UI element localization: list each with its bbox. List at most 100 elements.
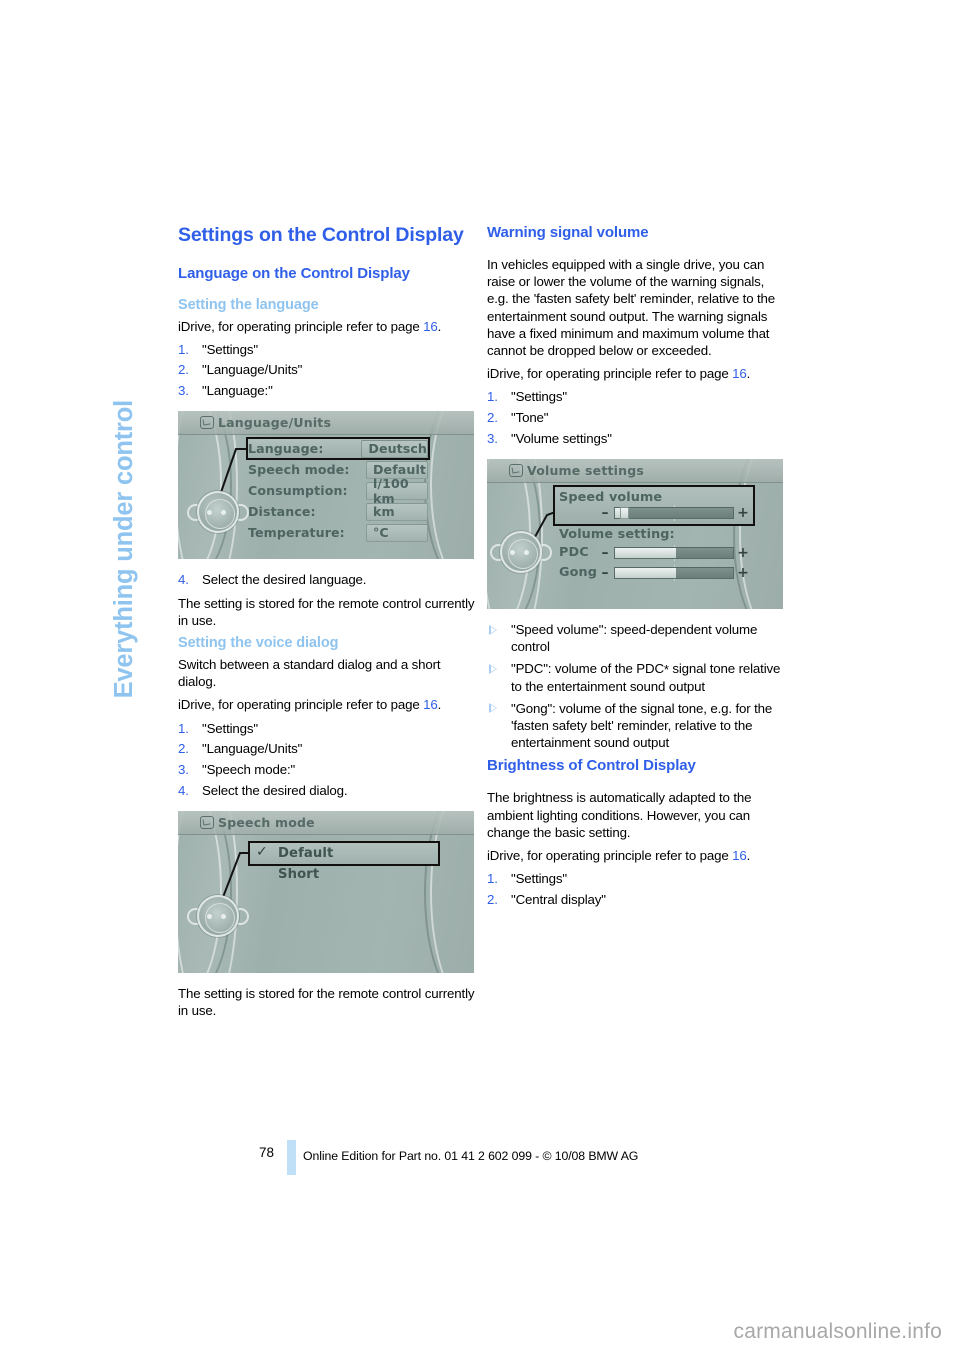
- minus-icon[interactable]: –: [599, 566, 611, 580]
- controller-dot-right: [524, 550, 529, 556]
- row-value: km: [366, 502, 428, 521]
- settings-row-consumption[interactable]: Consumption: l/100 km: [248, 476, 428, 506]
- idrive-ref-suffix: .: [746, 848, 751, 864]
- step-text: "Language:": [202, 383, 273, 399]
- slider-track[interactable]: [614, 564, 734, 581]
- screen-icon: [200, 416, 214, 430]
- slider-tick: [674, 544, 675, 547]
- row-label: Speech mode:: [248, 462, 350, 478]
- asterisk-marker: *: [663, 662, 669, 678]
- section-heading-warning-volume: Warning signal volume: [487, 224, 649, 241]
- slider-tick: [674, 564, 675, 567]
- bullet-text-before: "PDC": volume of the PDC: [511, 661, 664, 677]
- option-short[interactable]: Short: [250, 864, 438, 885]
- stored-note-1: The setting is stored for the remote con…: [178, 595, 475, 628]
- subsection-heading-setting-language: Setting the language: [178, 296, 319, 313]
- volume-setting-group: Volume setting: PDC – + Gong – +: [555, 524, 753, 585]
- plus-icon[interactable]: +: [737, 566, 749, 580]
- steps-language-continued: 4. Select the desired language.: [178, 571, 476, 588]
- idrive-reference-3: iDrive, for operating principle refer to…: [487, 365, 785, 382]
- slider-tick: [674, 578, 675, 581]
- slider-thumb[interactable]: [619, 507, 629, 520]
- screen-icon: [200, 815, 214, 829]
- minus-icon[interactable]: –: [599, 506, 611, 520]
- bullet-text: "Speed volume": speed-dependent volume c…: [511, 622, 758, 655]
- page-title: Settings on the Control Display: [178, 224, 464, 246]
- minus-icon[interactable]: –: [599, 546, 611, 560]
- triangle-bullet-icon: [489, 703, 497, 714]
- pdc-slider-row[interactable]: PDC – +: [559, 544, 749, 561]
- settings-row-distance[interactable]: Distance: km: [248, 502, 428, 521]
- slider-track[interactable]: [614, 505, 734, 522]
- site-watermark: carmanualsonline.info: [733, 1320, 942, 1343]
- list-item: "Speed volume": speed-dependent volume c…: [487, 621, 785, 655]
- settings-row-language[interactable]: Language: Deutsch: [246, 437, 430, 460]
- screenshot-language-units: Language/Units Language: Deutsch Speech …: [178, 411, 474, 560]
- chapter-tab-label: Everything under control: [110, 399, 138, 698]
- plus-icon[interactable]: +: [737, 506, 749, 520]
- option-label: Default: [278, 845, 334, 861]
- idrive-reference-1: iDrive, for operating principle refer to…: [178, 318, 476, 335]
- chapter-tab: Everything under control: [0, 0, 160, 700]
- page-reference-link[interactable]: 16: [732, 848, 747, 863]
- step-number: 4.: [178, 572, 189, 588]
- row-label: Temperature:: [248, 525, 345, 541]
- idrive-controller-icon: [187, 491, 249, 537]
- gong-slider-row[interactable]: Gong – +: [559, 564, 749, 581]
- speed-volume-group[interactable]: Speed volume – +: [553, 485, 755, 527]
- step-number: 2.: [178, 741, 189, 757]
- controller-ring: [500, 531, 542, 574]
- steps-voice-dialog: 1. "Settings" 2. "Language/Units" 3. "Speec…: [178, 720, 476, 799]
- checkmark-icon: ✓: [256, 843, 268, 860]
- step-item: 1. "Settings": [487, 870, 785, 887]
- steps-volume-settings: 1. "Settings" 2. "Tone" 3. "Volume settings…: [487, 388, 785, 447]
- warning-volume-paragraph: In vehicles equipped with a single drive…: [487, 257, 776, 359]
- decor-arc: [178, 810, 238, 973]
- step-number: 3.: [487, 430, 498, 446]
- decor-arc: [178, 810, 222, 973]
- screen-header: Language/Units: [178, 411, 474, 436]
- page-reference-link[interactable]: 16: [423, 319, 438, 334]
- idrive-ref-suffix: .: [437, 318, 442, 334]
- step-number: 1.: [178, 341, 189, 357]
- step-number: 1.: [487, 389, 498, 405]
- page-reference-link[interactable]: 16: [732, 366, 747, 381]
- bullet-text: "Gong": volume of the signal tone, e.g. …: [511, 700, 773, 751]
- subsection-heading-voice-dialog: Setting the voice dialog: [178, 634, 339, 651]
- settings-row-list: Language: Deutsch Speech mode: Default C…: [246, 437, 430, 544]
- plus-icon[interactable]: +: [737, 546, 749, 560]
- idrive-controller-icon: [490, 531, 552, 577]
- step-text: "Central display": [511, 891, 606, 907]
- decor-arc: [424, 810, 474, 973]
- step-item: 4. Select the desired language.: [178, 571, 476, 588]
- slider-tick: [674, 505, 675, 508]
- option-default[interactable]: ✓ Default: [248, 840, 440, 866]
- row-label: Consumption:: [248, 483, 348, 499]
- controller-dot-left: [207, 913, 212, 919]
- voice-dialog-intro: Switch between a standard dialog and a s…: [178, 656, 441, 690]
- idrive-controller-icon: [187, 894, 249, 941]
- step-number: 3.: [178, 383, 189, 399]
- idrive-ref-prefix: iDrive, for operating principle refer to…: [487, 366, 733, 382]
- slider-fill: [615, 567, 677, 578]
- volume-setting-label: Volume setting:: [559, 527, 675, 543]
- idrive-reference-4: iDrive, for operating principle refer to…: [487, 847, 785, 864]
- step-text: "Settings": [511, 871, 567, 887]
- page-reference-link[interactable]: 16: [423, 697, 438, 712]
- idrive-ref-prefix: iDrive, for operating principle refer to…: [487, 848, 733, 864]
- row-label: Language:: [248, 441, 324, 457]
- slider-tick: [674, 519, 675, 522]
- step-item: 1. "Settings": [178, 341, 476, 358]
- slider-tick: [674, 558, 675, 561]
- page-footer: 78 Online Edition for Part no. 01 41 2 6…: [0, 1140, 960, 1180]
- step-item: 4. Select the desired dialog.: [178, 782, 476, 799]
- speed-volume-slider[interactable]: – +: [559, 505, 749, 522]
- brightness-paragraph: The brightness is automatically adapted …: [487, 790, 752, 840]
- controller-ring: [197, 491, 239, 534]
- slider-track[interactable]: [614, 544, 734, 561]
- settings-row-temperature[interactable]: Temperature: °C: [248, 523, 428, 542]
- triangle-bullet-icon: [489, 663, 497, 674]
- step-text: "Language/Units": [202, 741, 303, 757]
- volume-bullet-list: "Speed volume": speed-dependent volume c…: [487, 621, 785, 751]
- speech-mode-option-list: ✓ Default Short: [248, 840, 440, 885]
